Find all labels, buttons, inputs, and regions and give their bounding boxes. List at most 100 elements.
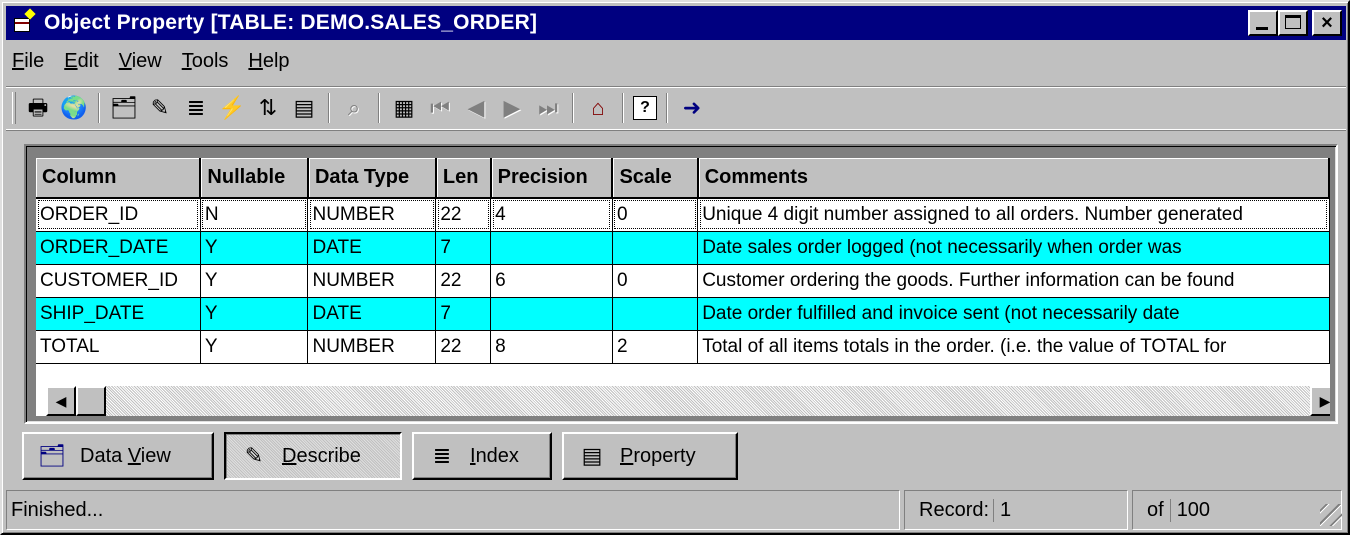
minimize-button[interactable] xyxy=(1248,10,1278,36)
resize-grip-icon[interactable] xyxy=(1320,504,1342,526)
home-icon[interactable]: ⌂ xyxy=(583,93,613,123)
tab-label: Data View xyxy=(80,444,171,467)
cell-data-type[interactable]: NUMBER xyxy=(307,264,437,298)
find-icon[interactable]: ⌕ xyxy=(339,93,369,123)
table-row[interactable]: ORDER_ID N NUMBER 22 4 0 Unique 4 digit … xyxy=(36,198,1330,232)
cell-data-type[interactable]: NUMBER xyxy=(307,330,437,364)
exit-icon[interactable]: ➜ xyxy=(677,93,707,123)
cell-data-type[interactable]: DATE xyxy=(307,297,437,331)
print-icon[interactable]: 🖶 xyxy=(23,93,53,123)
cell-precision[interactable]: 6 xyxy=(490,264,613,298)
cell-nullable[interactable]: N xyxy=(200,198,309,232)
cell-precision[interactable] xyxy=(490,297,613,331)
tab-property[interactable]: ▤ Property xyxy=(562,432,738,480)
toolbar-separator xyxy=(328,93,330,123)
maximize-button[interactable] xyxy=(1278,10,1308,36)
table-row[interactable]: SHIP_DATE Y DATE 7 Date order fulfilled … xyxy=(36,297,1330,331)
status-bar: Finished... Record: 1 of 100 xyxy=(6,490,1346,530)
toolbar-separator xyxy=(98,93,100,123)
compare-icon[interactable]: ⇅ xyxy=(253,93,283,123)
col-header-data-type[interactable]: Data Type xyxy=(307,158,437,199)
menu-edit[interactable]: Edit xyxy=(54,50,108,73)
cell-len[interactable]: 7 xyxy=(435,297,492,331)
index-icon: ≣ xyxy=(432,443,452,468)
last-record-icon[interactable]: ⏭ xyxy=(533,93,563,123)
col-header-precision[interactable]: Precision xyxy=(490,158,614,199)
table-row[interactable]: TOTAL Y NUMBER 22 8 2 Total of all items… xyxy=(36,330,1330,364)
cell-len[interactable]: 22 xyxy=(435,198,492,232)
menu-tools[interactable]: Tools xyxy=(172,50,239,73)
cell-column[interactable]: CUSTOMER_ID xyxy=(36,264,201,298)
cell-precision[interactable]: 4 xyxy=(490,198,613,232)
col-header-nullable[interactable]: Nullable xyxy=(200,158,309,199)
cell-nullable[interactable]: Y xyxy=(200,264,309,298)
cell-scale[interactable]: 0 xyxy=(612,264,699,298)
cell-scale[interactable] xyxy=(612,297,699,331)
cell-len[interactable]: 7 xyxy=(435,231,492,265)
window-title: Object Property [TABLE: DEMO.SALES_ORDER… xyxy=(44,11,538,34)
toolbar-grip[interactable] xyxy=(12,92,16,124)
cell-scale[interactable]: 2 xyxy=(612,330,699,364)
cell-nullable[interactable]: Y xyxy=(200,231,309,265)
toolbar-separator xyxy=(622,93,624,123)
cell-comments[interactable]: Date order fulfilled and invoice sent (n… xyxy=(697,297,1330,331)
cell-precision[interactable] xyxy=(490,231,613,265)
cell-comments[interactable]: Date sales order logged (not necessarily… xyxy=(697,231,1330,265)
data-view-icon[interactable]: 🗂 xyxy=(109,93,139,123)
col-header-scale[interactable]: Scale xyxy=(612,158,699,199)
horizontal-scrollbar[interactable]: ◀ ▶ xyxy=(46,386,1330,416)
cell-len[interactable]: 22 xyxy=(435,264,492,298)
cell-column[interactable]: TOTAL xyxy=(36,330,201,364)
run-index-icon[interactable]: ⚡ xyxy=(217,93,247,123)
cell-scale[interactable] xyxy=(612,231,699,265)
table-row[interactable]: ORDER_DATE Y DATE 7 Date sales order log… xyxy=(36,231,1330,265)
table-row[interactable]: CUSTOMER_ID Y NUMBER 22 6 0 Customer ord… xyxy=(36,264,1330,298)
menu-help[interactable]: Help xyxy=(238,50,299,73)
header-row: Column Nullable Data Type Len Precision … xyxy=(36,158,1330,199)
cell-nullable[interactable]: Y xyxy=(200,297,309,331)
record-label: Record: xyxy=(919,498,990,521)
cell-len[interactable]: 22 xyxy=(435,330,492,364)
col-header-column[interactable]: Column xyxy=(36,158,202,199)
first-record-icon[interactable]: ⏮ xyxy=(425,93,455,123)
grid-frame: Column Nullable Data Type Len Precision … xyxy=(24,144,1338,424)
scroll-left-button[interactable]: ◀ xyxy=(46,386,76,416)
cell-comments[interactable]: Total of all items totals in the order. … xyxy=(697,330,1330,364)
help-icon[interactable]: ? xyxy=(633,96,657,120)
scroll-right-button[interactable]: ▶ xyxy=(1310,386,1330,416)
index-icon[interactable]: ≣ xyxy=(181,93,211,123)
title-bar[interactable]: Object Property [TABLE: DEMO.SALES_ORDER… xyxy=(6,6,1346,40)
col-header-len[interactable]: Len xyxy=(435,158,492,199)
total-records: 100 xyxy=(1169,498,1210,522)
cell-column[interactable]: ORDER_ID xyxy=(36,198,201,232)
cell-precision[interactable]: 8 xyxy=(490,330,613,364)
cell-data-type[interactable]: NUMBER xyxy=(307,198,437,232)
data-view-icon: 🗂 xyxy=(38,443,66,468)
describe-icon: ✎ xyxy=(244,443,264,468)
property-icon[interactable]: ▤ xyxy=(289,93,319,123)
report-icon[interactable]: ▦ xyxy=(389,93,419,123)
status-message: Finished... xyxy=(6,490,900,530)
scroll-thumb[interactable] xyxy=(76,386,106,416)
cell-column[interactable]: ORDER_DATE xyxy=(36,231,201,265)
menu-view[interactable]: View xyxy=(109,50,172,73)
tab-describe[interactable]: ✎ Describe xyxy=(224,432,402,480)
tab-label: Index xyxy=(470,444,519,467)
next-record-icon[interactable]: ▶ xyxy=(497,93,527,123)
cell-comments[interactable]: Customer ordering the goods. Further inf… xyxy=(697,264,1330,298)
menu-file[interactable]: File xyxy=(6,50,54,73)
prev-record-icon[interactable]: ◀ xyxy=(461,93,491,123)
col-header-comments[interactable]: Comments xyxy=(697,158,1330,199)
cell-data-type[interactable]: DATE xyxy=(307,231,437,265)
toolbar: 🖶 🌍 🗂 ✎ ≣ ⚡ ⇅ ▤ ⌕ ▦ ⏮ ◀ ▶ ⏭ ⌂ ? ➜ xyxy=(6,86,1346,130)
cell-column[interactable]: SHIP_DATE xyxy=(36,297,201,331)
app-icon[interactable] xyxy=(12,8,38,36)
tab-index[interactable]: ≣ Index xyxy=(412,432,552,480)
cell-scale[interactable]: 0 xyxy=(612,198,699,232)
describe-icon[interactable]: ✎ xyxy=(145,93,175,123)
tab-data-view[interactable]: 🗂 Data View xyxy=(22,432,214,480)
globe-icon[interactable]: 🌍 xyxy=(59,93,89,123)
cell-nullable[interactable]: Y xyxy=(200,330,309,364)
close-button[interactable]: × xyxy=(1312,10,1342,36)
cell-comments[interactable]: Unique 4 digit number assigned to all or… xyxy=(697,198,1330,232)
